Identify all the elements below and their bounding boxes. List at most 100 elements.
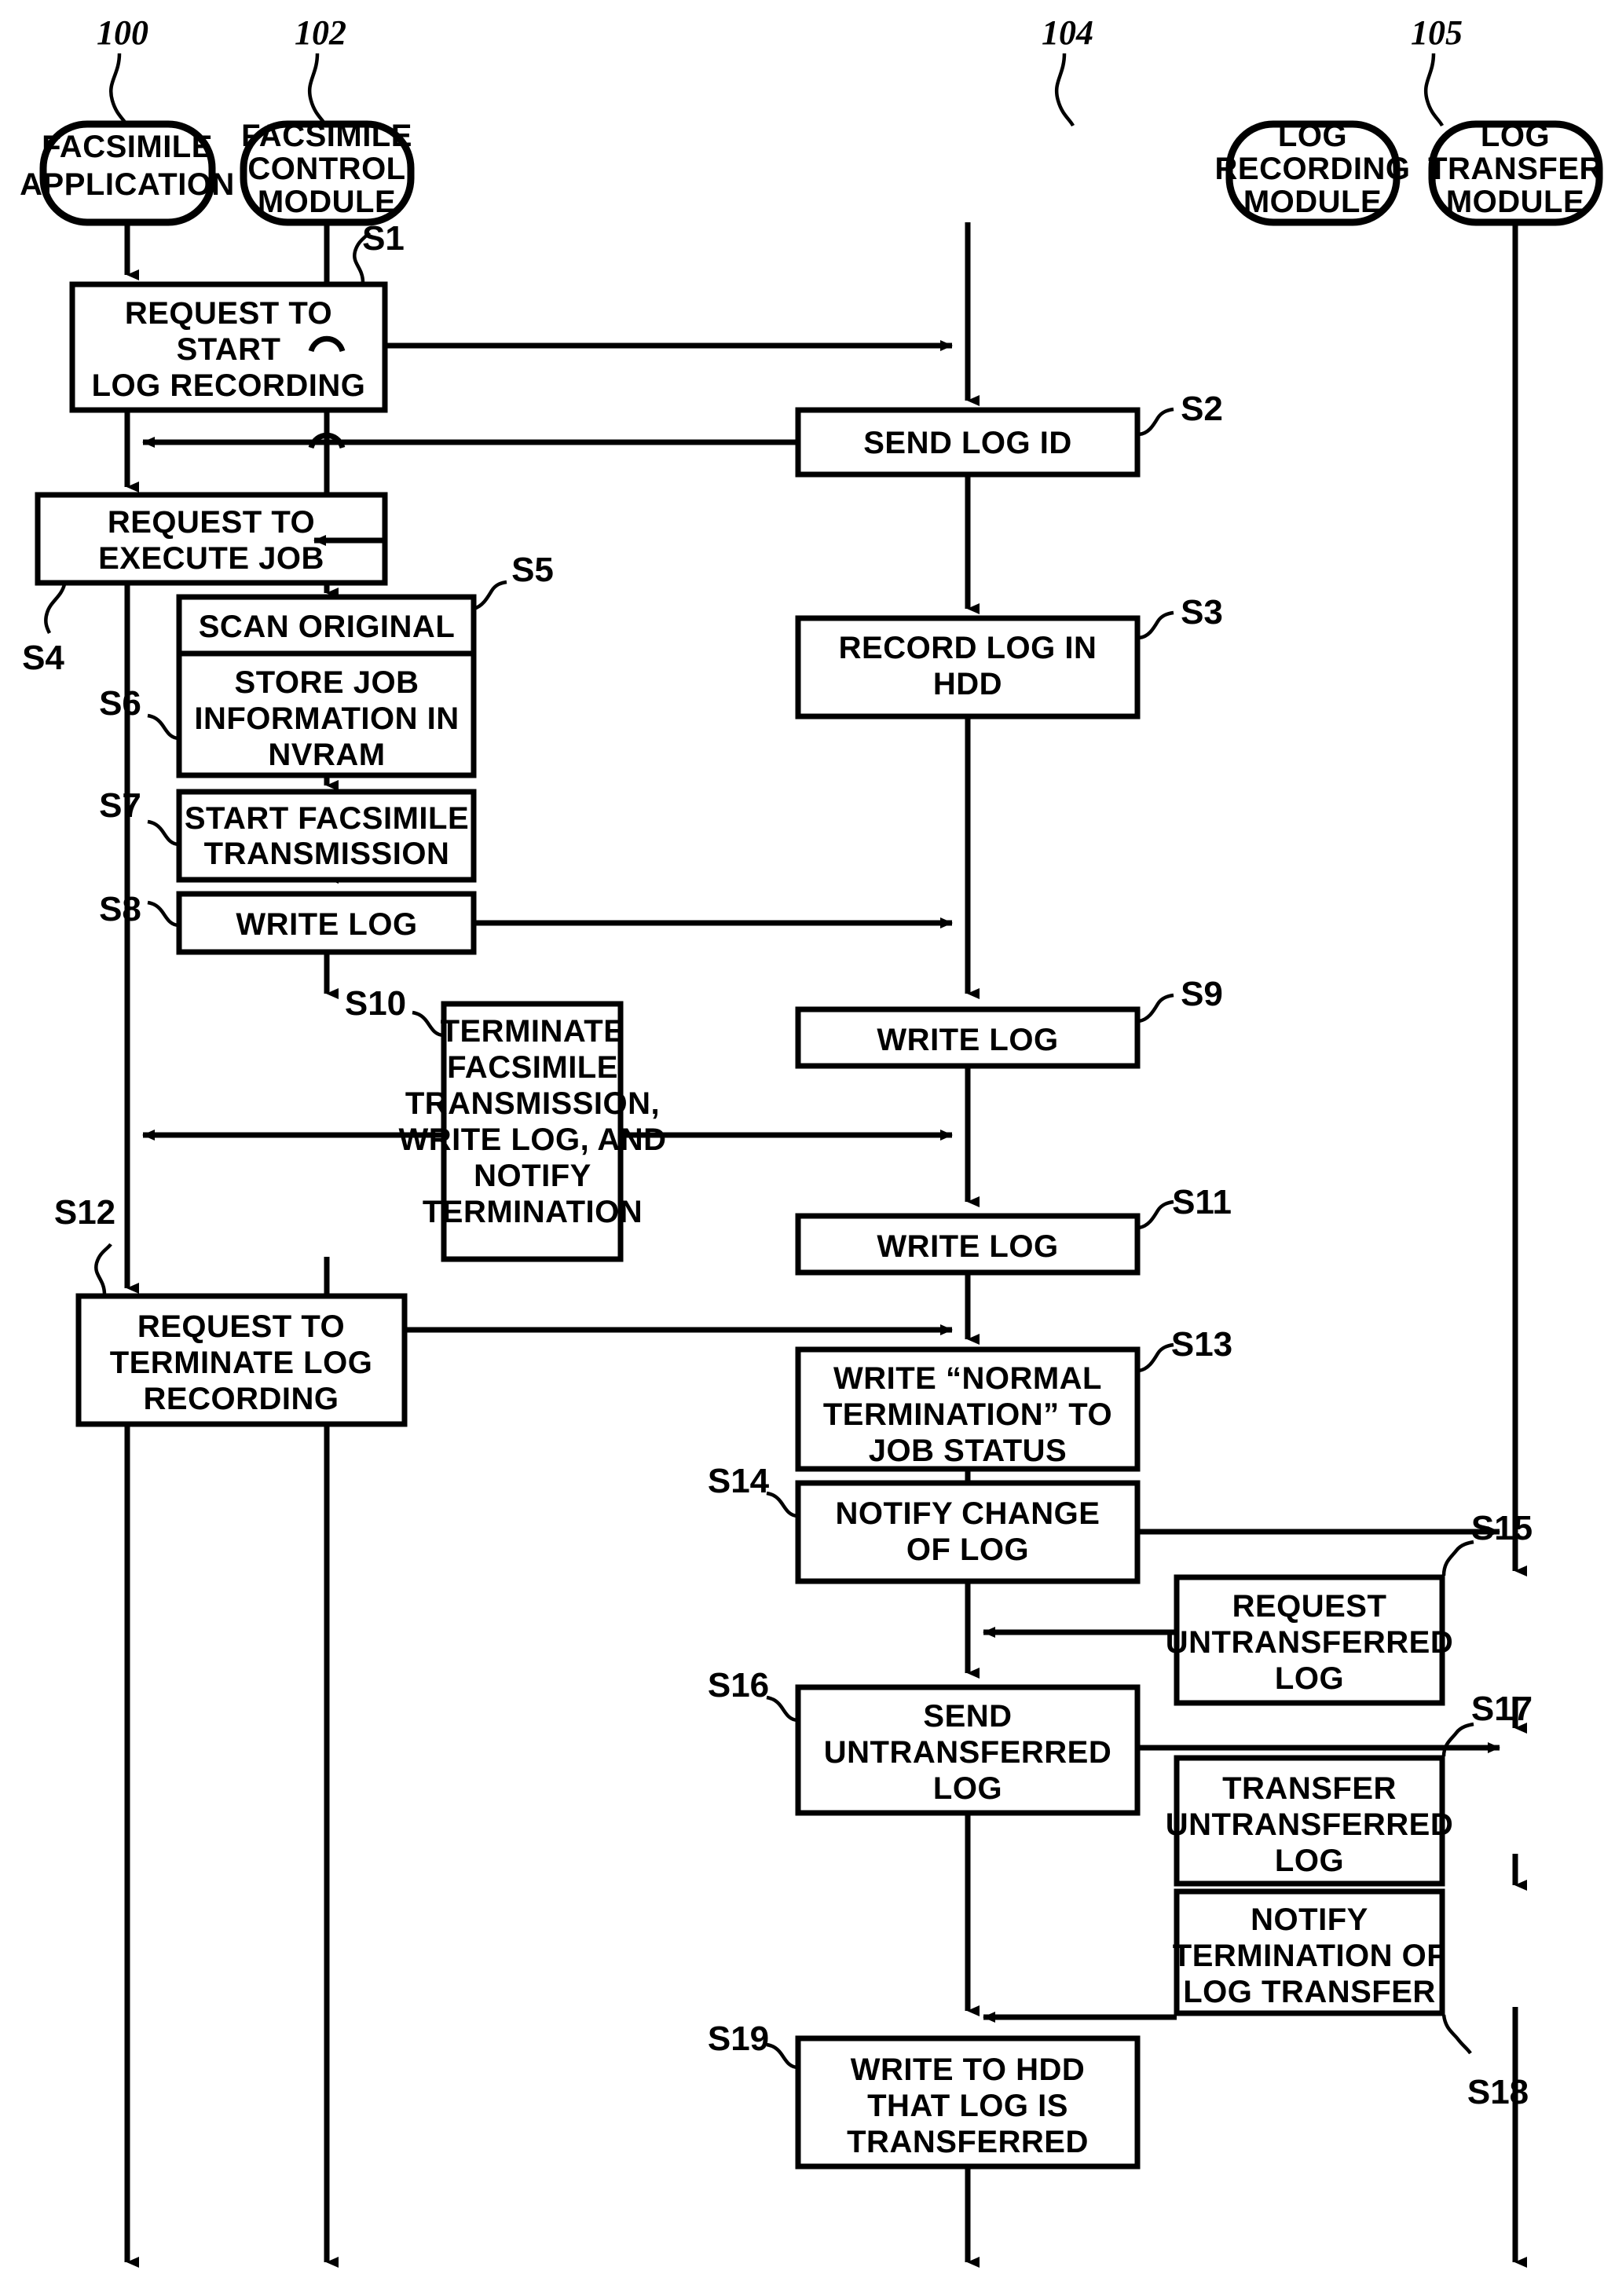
- step-id-s9: S9: [1181, 975, 1223, 1013]
- actor-label-line-3: MODULE: [1446, 185, 1584, 219]
- step-s1-line-3: LOG RECORDING: [92, 368, 366, 403]
- step-s15-line-2: UNTRANSFERRED: [1166, 1625, 1454, 1660]
- step-s6-line-2: INFORMATION IN: [194, 701, 459, 736]
- step-leader-s19: [766, 2042, 799, 2070]
- step-id-s16: S16: [708, 1666, 769, 1705]
- step-s8-line-1: WRITE LOG: [236, 907, 417, 942]
- reference-number-105: 105: [1411, 13, 1463, 52]
- step-s17-line-3: LOG: [1275, 1844, 1344, 1878]
- step-s16: SEND UNTRANSFERRED LOG S16: [708, 1666, 1141, 1816]
- step-s6-line-3: NVRAM: [268, 738, 385, 772]
- step-s18-line-1: NOTIFY: [1251, 1902, 1368, 1937]
- step-id-s4: S4: [22, 639, 64, 677]
- step-s13-line-3: JOB STATUS: [869, 1434, 1067, 1468]
- step-leader-s7: [147, 819, 180, 847]
- step-id-s13: S13: [1171, 1325, 1232, 1364]
- step-s5-line-1: SCAN ORIGINAL: [199, 610, 456, 644]
- step-s12-line-2: TERMINATE LOG: [110, 1346, 373, 1380]
- step-id-s10: S10: [345, 984, 406, 1023]
- actor-facsimile-control-module: 102 FACSIMILE CONTROL MODULE: [240, 13, 415, 226]
- step-s13: WRITE “NORMAL TERMINATION” TO JOB STATUS…: [795, 1325, 1232, 1472]
- step-s7-line-1: START FACSIMILE: [185, 801, 469, 836]
- step-leader-s16: [766, 1695, 799, 1723]
- actor-log-recording-module: 104 LOG RECORDING MODULE: [1042, 13, 1410, 226]
- step-s18-line-2: TERMINATION OF: [1173, 1939, 1446, 1973]
- step-s1-line-1: REQUEST TO: [125, 296, 332, 331]
- step-s17-line-1: TRANSFER: [1222, 1771, 1397, 1806]
- actor-label-line-2: TRANSFER: [1428, 152, 1602, 186]
- step-s13-line-2: TERMINATION” TO: [823, 1397, 1112, 1432]
- step-s14-line-2: OF LOG: [906, 1532, 1029, 1567]
- step-leader-s15: [1441, 1540, 1474, 1576]
- step-s12-line-1: REQUEST TO: [137, 1309, 345, 1344]
- step-id-s2: S2: [1181, 390, 1223, 428]
- flowchart-canvas: 100 FACSIMILE APPLICATION 102 FACSIMILE …: [20, 13, 1603, 2268]
- step-id-s17: S17: [1471, 1690, 1533, 1728]
- patent-figure-root: 100 FACSIMILE APPLICATION 102 FACSIMILE …: [0, 0, 1604, 2296]
- step-leader-s14: [766, 1491, 799, 1518]
- step-id-s19: S19: [708, 2020, 769, 2058]
- step-s16-line-3: LOG: [933, 1771, 1002, 1806]
- step-id-s1: S1: [362, 219, 405, 258]
- actor-label-line-1: FACSIMILE: [241, 119, 412, 153]
- step-s19: WRITE TO HDD THAT LOG IS TRANSFERRED S19: [708, 2020, 1141, 2170]
- step-s4-line-2: EXECUTE JOB: [98, 541, 324, 576]
- reference-number-104: 104: [1042, 13, 1093, 52]
- step-id-s14: S14: [708, 1462, 770, 1500]
- step-s10-line-2: FACSIMILE: [447, 1050, 618, 1085]
- step-s10-line-5: NOTIFY: [474, 1159, 591, 1193]
- step-leader-s5: [473, 580, 507, 611]
- actor-label-line-3: MODULE: [1243, 185, 1382, 219]
- step-s2-line-1: SEND LOG ID: [863, 426, 1072, 460]
- step-s10: TERMINATE FACSIMILE TRANSMISSION, WRITE …: [345, 984, 666, 1262]
- step-s10-line-1: TERMINATE: [441, 1014, 625, 1049]
- step-s7-line-2: TRANSMISSION: [204, 837, 450, 871]
- step-s10-line-6: TERMINATION: [423, 1195, 643, 1229]
- actor-label-line-2: CONTROL: [247, 152, 405, 186]
- reference-number-100: 100: [97, 13, 148, 52]
- actor-log-transfer-module: 105 LOG TRANSFER MODULE: [1411, 13, 1603, 226]
- reference-leader-102: [307, 53, 328, 127]
- step-id-s15: S15: [1471, 1509, 1533, 1547]
- step-s13-line-1: WRITE “NORMAL: [833, 1361, 1102, 1396]
- reference-leader-100: [109, 53, 130, 127]
- step-s16-line-1: SEND: [923, 1699, 1012, 1734]
- step-s15-line-1: REQUEST: [1232, 1589, 1387, 1624]
- step-s10-line-3: TRANSMISSION,: [405, 1086, 660, 1121]
- step-s8: WRITE LOG S8: [99, 890, 477, 955]
- step-s9-line-1: WRITE LOG: [877, 1023, 1058, 1057]
- step-leader-s2: [1138, 407, 1174, 437]
- step-s12-line-3: RECORDING: [144, 1382, 339, 1416]
- step-leader-s8: [147, 900, 180, 928]
- step-s19-line-3: TRANSFERRED: [847, 2125, 1089, 2159]
- step-s3-line-1: RECORD LOG IN: [839, 631, 1097, 665]
- step-s4-line-1: REQUEST TO: [108, 505, 315, 540]
- step-s1: REQUEST TO START LOG RECORDING S1: [69, 219, 405, 413]
- step-id-s18: S18: [1467, 2073, 1529, 2111]
- step-s3-line-2: HDD: [933, 667, 1002, 701]
- step-s14: NOTIFY CHANGE OF LOG S14: [708, 1462, 1141, 1584]
- step-s10-line-4: WRITE LOG, AND: [398, 1122, 666, 1157]
- step-leader-s4: [44, 584, 67, 635]
- step-s15-line-3: LOG: [1275, 1661, 1344, 1696]
- step-id-s6: S6: [99, 684, 141, 723]
- step-leader-s6: [147, 713, 180, 741]
- actor-facsimile-application: 100 FACSIMILE APPLICATION: [20, 13, 234, 226]
- step-leader-s9: [1138, 993, 1174, 1023]
- reference-number-102: 102: [295, 13, 346, 52]
- step-leader-s11: [1138, 1199, 1174, 1230]
- step-s17-line-2: UNTRANSFERRED: [1166, 1807, 1454, 1842]
- step-leader-s18: [1441, 2014, 1472, 2055]
- step-s15: REQUEST UNTRANSFERRED LOG S15: [1166, 1509, 1533, 1706]
- step-s14-line-1: NOTIFY CHANGE: [836, 1496, 1100, 1531]
- step-s1-line-2: START: [177, 332, 281, 367]
- step-s19-line-1: WRITE TO HDD: [851, 2052, 1086, 2087]
- actor-label-line-1: FACSIMILE: [42, 130, 213, 164]
- step-leader-s10: [412, 1010, 445, 1038]
- step-s18-line-3: LOG TRANSFER: [1183, 1975, 1436, 2009]
- step-s7: START FACSIMILE TRANSMISSION S7: [99, 786, 477, 883]
- step-s6: STORE JOB INFORMATION IN NVRAM S6: [99, 650, 477, 778]
- step-leader-s17: [1441, 1722, 1474, 1757]
- reference-leader-104: [1054, 53, 1075, 127]
- step-s18: NOTIFY TERMINATION OF LOG TRANSFER S18: [1173, 1888, 1529, 2111]
